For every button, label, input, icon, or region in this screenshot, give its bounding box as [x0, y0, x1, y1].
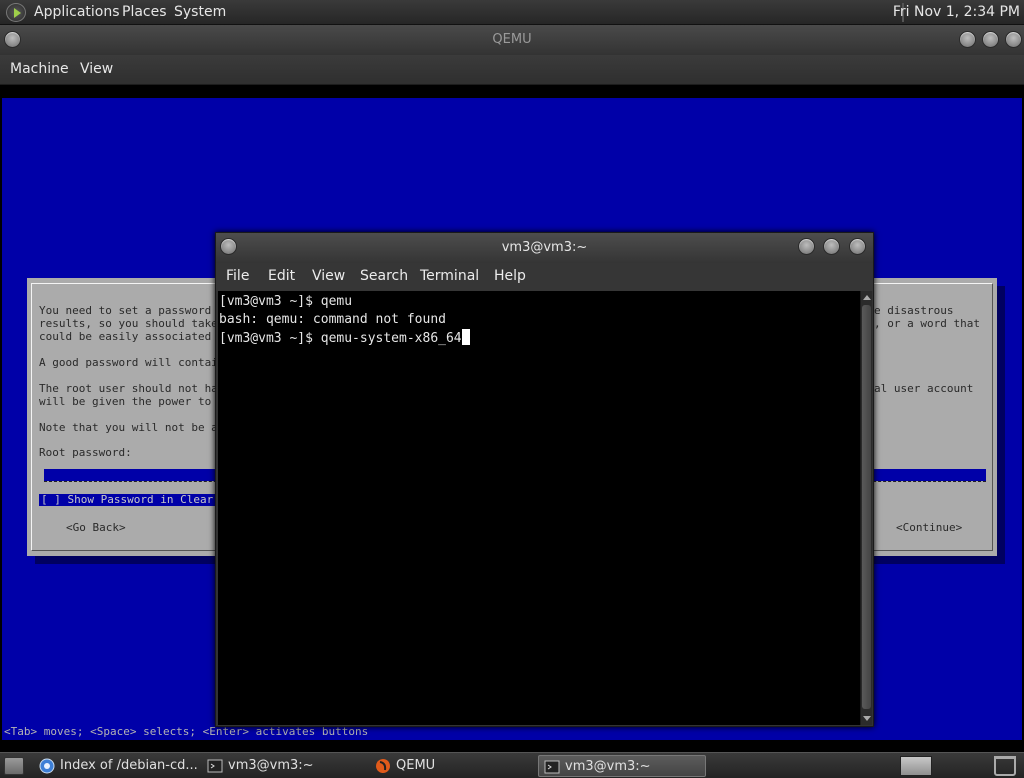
dialog-line: results, so you should take	[39, 317, 218, 330]
terminal-window[interactable]: vm3@vm3:~ File Edit View Search Terminal…	[215, 232, 874, 727]
taskbar-item-label: vm3@vm3:~	[565, 759, 651, 774]
dialog-line: e disastrous	[874, 304, 954, 317]
distro-logo-icon[interactable]	[6, 3, 26, 22]
terminal-line: bash: qemu: command not found	[219, 312, 446, 327]
text-cursor	[461, 329, 470, 345]
browser-icon	[39, 758, 55, 774]
qemu-window-title: QEMU	[492, 32, 532, 47]
go-back-button[interactable]: <Go Back>	[66, 521, 126, 534]
minimize-icon[interactable]	[798, 238, 815, 255]
terminal-output[interactable]: [vm3@vm3 ~]$ qemu bash: qemu: command not…	[218, 291, 860, 725]
dialog-line: will be given the power to b	[39, 395, 225, 408]
terminal-title: vm3@vm3:~	[501, 240, 588, 255]
taskbar-item-label: QEMU	[396, 758, 436, 773]
dialog-line: could be easily associated	[39, 330, 212, 343]
taskbar: Index of /debian-cd... vm3@vm3:~ QEMU vm…	[0, 752, 1024, 778]
scroll-down-icon[interactable]	[863, 716, 871, 721]
terminal-scrollbar[interactable]	[860, 291, 872, 725]
qemu-menubar: Machine View	[0, 55, 1024, 85]
taskbar-item-browser[interactable]: Index of /debian-cd...	[34, 755, 200, 777]
minimize-icon[interactable]	[959, 31, 976, 48]
taskbar-item-terminal[interactable]: vm3@vm3:~	[202, 755, 368, 777]
clock[interactable]: Fri Nov 1, 2:34 PM	[893, 4, 1020, 20]
taskbar-item-qemu[interactable]: QEMU	[370, 755, 536, 777]
close-icon[interactable]	[1005, 31, 1022, 48]
taskbar-item-terminal-active[interactable]: vm3@vm3:~	[538, 755, 706, 777]
terminal-icon	[544, 760, 560, 774]
show-desktop-icon[interactable]	[4, 757, 24, 775]
window-menu-icon[interactable]	[4, 31, 21, 48]
terminal-icon	[207, 759, 223, 773]
taskbar-item-label: Index of /debian-cd...	[60, 758, 198, 773]
terminal-line: [vm3@vm3 ~]$ qemu	[219, 294, 353, 309]
maximize-icon[interactable]	[823, 238, 840, 255]
close-icon[interactable]	[849, 238, 866, 255]
menu-help[interactable]: Help	[494, 268, 526, 284]
dialog-line: The root user should not hav	[39, 382, 225, 395]
dialog-line: You need to set a password	[39, 304, 212, 317]
scroll-up-icon[interactable]	[863, 295, 871, 300]
continue-button[interactable]: <Continue>	[896, 521, 962, 534]
qemu-titlebar[interactable]: QEMU	[0, 25, 1024, 55]
taskbar-item-label: vm3@vm3:~	[228, 758, 314, 773]
trash-icon[interactable]	[994, 756, 1016, 776]
terminal-menubar: File Edit View Search Terminal Help	[216, 263, 873, 291]
terminal-titlebar[interactable]: vm3@vm3:~	[216, 233, 873, 263]
menu-view[interactable]: View	[80, 61, 113, 77]
maximize-icon[interactable]	[982, 31, 999, 48]
menu-view[interactable]: View	[312, 268, 345, 284]
dialog-line: al user account	[874, 382, 974, 395]
dialog-line: Note that you will not be ab	[39, 421, 225, 434]
menu-file[interactable]: File	[226, 268, 249, 284]
show-password-checkbox[interactable]: [ ] Show Password in Clear	[39, 494, 216, 506]
root-password-label: Root password:	[39, 446, 132, 459]
top-panel: Applications Places System Fri Nov 1, 2:…	[0, 0, 1024, 25]
dialog-line: , or a word that	[874, 317, 980, 330]
places-menu[interactable]: Places	[122, 4, 167, 20]
applications-menu[interactable]: Applications	[34, 4, 120, 20]
menu-machine[interactable]: Machine	[10, 61, 69, 77]
scrollbar-thumb[interactable]	[862, 305, 871, 709]
system-menu[interactable]: System	[174, 4, 226, 20]
terminal-line: [vm3@vm3 ~]$ qemu-system-x86_64	[219, 331, 462, 346]
dialog-line: A good password will contain	[39, 356, 225, 369]
menu-edit[interactable]: Edit	[268, 268, 295, 284]
menu-terminal[interactable]: Terminal	[420, 268, 479, 284]
window-menu-icon[interactable]	[220, 238, 237, 255]
workspace-switcher[interactable]	[900, 756, 932, 776]
menu-search[interactable]: Search	[360, 268, 408, 284]
qemu-icon	[376, 759, 390, 773]
